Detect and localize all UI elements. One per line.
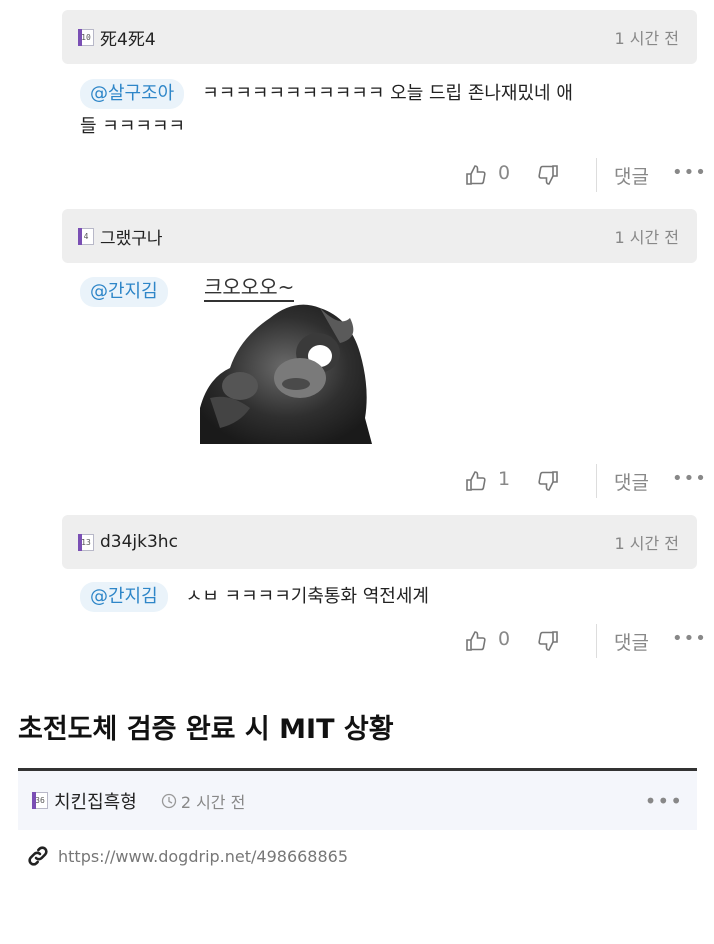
reply-button[interactable]: 댓글 [614, 468, 649, 495]
thumbs-down-icon[interactable] [536, 468, 560, 494]
comment-text-continued: 들 ㅋㅋㅋㅋㅋ [80, 116, 186, 137]
like-count: 1 [498, 468, 511, 490]
divider [596, 464, 597, 498]
comment-header: 13 d34jk3hc 1 시간 전 [62, 515, 697, 569]
comment-actions: 0 댓글 ••• [0, 624, 714, 660]
post-meta-bar: 36 치킨집흑형 2 시간 전 ••• [18, 768, 697, 830]
comment-actions: 1 댓글 ••• [0, 464, 714, 500]
level-badge-icon: 4 [78, 227, 94, 245]
comment-body: @간지김 [80, 275, 700, 308]
post-author[interactable]: 치킨집흑형 [54, 788, 137, 814]
thumbs-down-icon[interactable] [536, 162, 560, 188]
post-time: 2 시간 전 [180, 792, 246, 812]
post-link[interactable]: https://www.dogdrip.net/498668865 [26, 844, 348, 868]
post-url[interactable]: https://www.dogdrip.net/498668865 [58, 847, 348, 866]
comment-author[interactable]: 그랬구나 [100, 224, 163, 249]
chimpanzee-image [200, 304, 372, 444]
comment-time: 1 시간 전 [614, 534, 679, 553]
mention-tag[interactable]: @간지김 [80, 277, 168, 307]
thumbs-up-icon[interactable] [464, 468, 488, 494]
more-options-button[interactable]: ••• [645, 789, 683, 813]
more-options-button[interactable]: ••• [672, 468, 707, 489]
comment-time: 1 시간 전 [614, 228, 679, 247]
more-options-button[interactable]: ••• [672, 628, 707, 649]
like-count: 0 [498, 628, 511, 650]
thumbs-up-icon[interactable] [464, 628, 488, 654]
mention-tag[interactable]: @간지김 [80, 582, 168, 612]
reply-button[interactable]: 댓글 [614, 628, 649, 655]
divider [596, 158, 597, 192]
level-badge-icon: 36 [32, 792, 48, 809]
thumbs-down-icon[interactable] [536, 628, 560, 654]
comment-author[interactable]: d34jk3hc [100, 532, 178, 552]
comment-header: 10 死4死4 1 시간 전 [62, 10, 697, 64]
divider [596, 624, 597, 658]
thumbs-up-icon[interactable] [464, 162, 488, 188]
like-count: 0 [498, 162, 511, 184]
more-options-button[interactable]: ••• [672, 162, 707, 183]
reply-button[interactable]: 댓글 [614, 162, 649, 189]
comment-header: 4 그랬구나 1 시간 전 [62, 209, 697, 263]
comment-time: 1 시간 전 [614, 29, 679, 48]
post-title[interactable]: 초전도체 검증 완료 시 MIT 상황 [18, 707, 394, 746]
comment-text: ㅋㅋㅋㅋㅋㅋㅋㅋㅋㅋㅋ 오늘 드립 존나재밌네 애 [202, 83, 573, 104]
level-badge-icon: 13 [78, 533, 94, 551]
comment-author[interactable]: 死4死4 [100, 25, 156, 50]
level-badge-icon: 10 [78, 28, 94, 46]
mention-tag[interactable]: @살구조아 [80, 79, 185, 109]
clock-icon [161, 793, 176, 808]
comment-body: @간지김 ㅅㅂ ㅋㅋㅋㅋ기축통화 역전세계 [80, 580, 700, 613]
comment-text: ㅅㅂ ㅋㅋㅋㅋ기축통화 역전세계 [185, 586, 429, 607]
comment-body: @살구조아 ㅋㅋㅋㅋㅋㅋㅋㅋㅋㅋㅋ 오늘 드립 존나재밌네 애 들 ㅋㅋㅋㅋㅋ [80, 77, 700, 143]
comment-actions: 0 댓글 ••• [0, 158, 714, 194]
link-icon [28, 846, 48, 866]
